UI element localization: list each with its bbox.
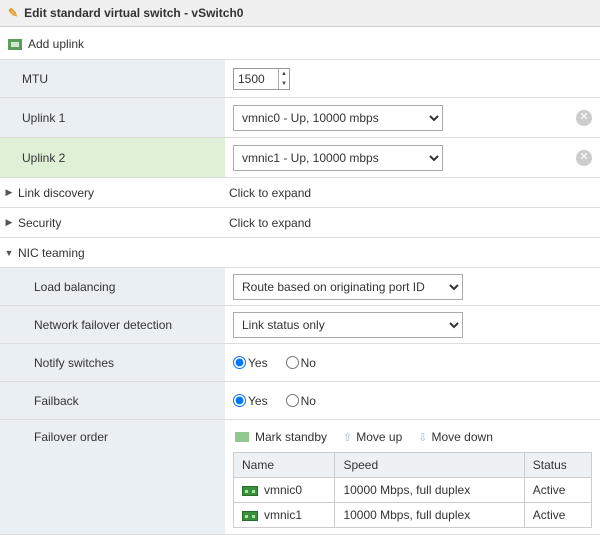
failback-no-radio[interactable]: No xyxy=(286,394,316,408)
security-value: Click to expand xyxy=(225,216,600,230)
notify-yes-radio[interactable]: Yes xyxy=(233,356,268,370)
col-speed[interactable]: Speed xyxy=(335,453,524,478)
mtu-row: MTU ▲▼ xyxy=(0,60,600,98)
load-balancing-label: Load balancing xyxy=(0,268,225,305)
chevron-down-icon: ▼ xyxy=(4,248,14,258)
uplink1-select[interactable]: vmnic0 - Up, 10000 mbps xyxy=(233,105,443,131)
uplink2-row: Uplink 2 vmnic1 - Up, 10000 mbps ✕ xyxy=(0,138,600,178)
link-discovery-row[interactable]: ▶ Link discovery Click to expand xyxy=(0,178,600,208)
move-down-button[interactable]: ⇩ Move down xyxy=(418,430,493,444)
nic-icon xyxy=(242,511,258,521)
security-label: Security xyxy=(18,216,61,230)
mtu-stepper[interactable]: ▲▼ xyxy=(233,68,290,90)
load-balancing-select[interactable]: Route based on originating port ID xyxy=(233,274,463,300)
add-uplink-button[interactable]: Add uplink xyxy=(0,27,600,60)
failback-label: Failback xyxy=(0,382,225,419)
mtu-label: MTU xyxy=(0,60,225,97)
nic-icon xyxy=(242,486,258,496)
mtu-input[interactable] xyxy=(234,69,278,89)
notify-no-radio[interactable]: No xyxy=(286,356,316,370)
uplink1-label: Uplink 1 xyxy=(0,98,225,137)
link-discovery-value: Click to expand xyxy=(225,186,600,200)
failover-detection-select[interactable]: Link status only xyxy=(233,312,463,338)
uplink-icon xyxy=(8,39,22,50)
nic-teaming-label: NIC teaming xyxy=(18,246,85,260)
uplink2-label: Uplink 2 xyxy=(0,138,225,177)
chevron-right-icon: ▶ xyxy=(4,217,14,228)
uplink2-remove-button[interactable]: ✕ xyxy=(576,150,592,166)
mark-standby-icon xyxy=(235,432,249,442)
col-status[interactable]: Status xyxy=(524,453,591,478)
add-uplink-label: Add uplink xyxy=(28,37,84,51)
link-discovery-label: Link discovery xyxy=(18,186,94,200)
failback-row: Failback Yes No xyxy=(0,382,600,420)
notify-switches-row: Notify switches Yes No xyxy=(0,344,600,382)
load-balancing-row: Load balancing Route based on originatin… xyxy=(0,268,600,306)
failover-detection-label: Network failover detection xyxy=(0,306,225,343)
edit-icon: ✎ xyxy=(8,6,18,20)
failover-order-row: Failover order Mark standby ⇧ Move up ⇩ … xyxy=(0,420,600,535)
move-down-icon: ⇩ xyxy=(418,431,427,444)
failback-yes-radio[interactable]: Yes xyxy=(233,394,268,408)
table-row[interactable]: vmnic1 10000 Mbps, full duplex Active xyxy=(234,503,592,528)
notify-switches-label: Notify switches xyxy=(0,344,225,381)
nic-teaming-row[interactable]: ▼ NIC teaming xyxy=(0,238,600,268)
table-row[interactable]: vmnic0 10000 Mbps, full duplex Active xyxy=(234,478,592,503)
failover-toolbar: Mark standby ⇧ Move up ⇩ Move down xyxy=(233,426,592,452)
dialog-header: ✎ Edit standard virtual switch - vSwitch… xyxy=(0,0,600,27)
failover-order-table: Name Speed Status vmnic0 10000 Mbps, ful… xyxy=(233,452,592,528)
uplink1-row: Uplink 1 vmnic0 - Up, 10000 mbps ✕ xyxy=(0,98,600,138)
chevron-right-icon: ▶ xyxy=(4,187,14,198)
col-name[interactable]: Name xyxy=(234,453,335,478)
move-up-icon: ⇧ xyxy=(343,431,352,444)
security-row[interactable]: ▶ Security Click to expand xyxy=(0,208,600,238)
move-up-button[interactable]: ⇧ Move up xyxy=(343,430,402,444)
uplink1-remove-button[interactable]: ✕ xyxy=(576,110,592,126)
mark-standby-button[interactable]: Mark standby xyxy=(235,430,327,444)
failover-detection-row: Network failover detection Link status o… xyxy=(0,306,600,344)
failover-order-label: Failover order xyxy=(0,420,225,534)
mtu-spinner-buttons[interactable]: ▲▼ xyxy=(278,69,289,89)
uplink2-select[interactable]: vmnic1 - Up, 10000 mbps xyxy=(233,145,443,171)
dialog-title: Edit standard virtual switch - vSwitch0 xyxy=(24,6,243,20)
